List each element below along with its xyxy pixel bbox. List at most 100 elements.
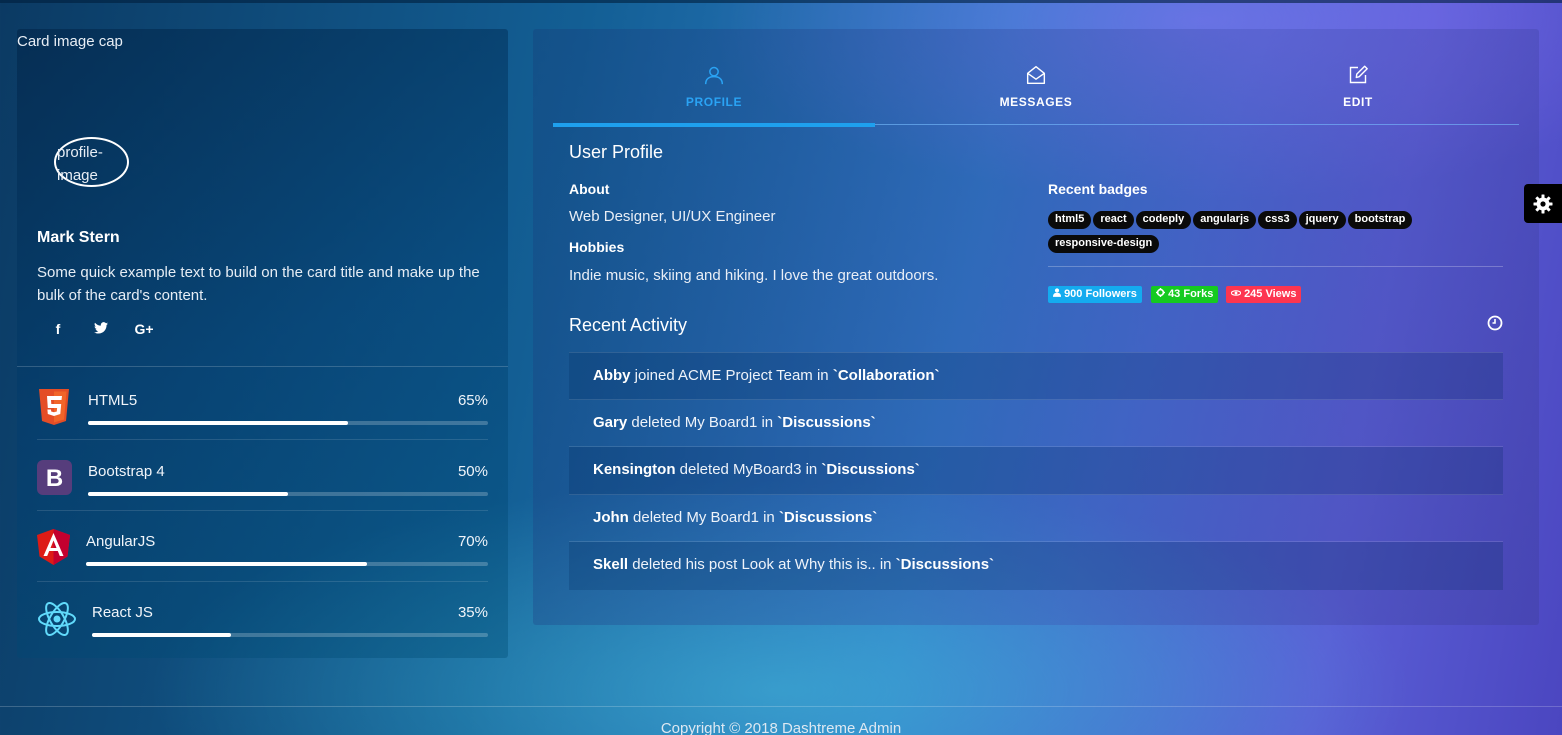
skill-name: HTML5 [88,392,138,409]
skill-name: AngularJS [86,533,156,550]
activity-item[interactable]: Abby joined ACME Project Team in `Collab… [569,352,1503,400]
html5-icon [39,389,69,425]
skill-progress-fill [92,633,231,637]
skill-percent: 70% [457,533,488,550]
svg-text:B: B [46,465,63,492]
activity-target: `Discussions` [821,461,920,479]
skill-progress-fill [86,562,368,566]
gear-icon [1533,194,1553,214]
activity-item[interactable]: Kensington deleted MyBoard3 in `Discussi… [569,447,1503,495]
skill-percent: 65% [457,392,488,409]
skill-progress-bar [88,492,488,496]
activity-item[interactable]: John deleted My Board1 in `Discussions` [569,495,1503,543]
footer-divider [0,706,1562,707]
about-text: Web Designer, UI/UX Engineer [569,208,776,225]
badges-divider [1048,266,1503,267]
user-profile-card: PROFILE MESSAGES EDIT User Profile About… [533,29,1539,625]
badge[interactable]: react [1093,211,1134,229]
hobbies-label: Hobbies [569,239,625,255]
badge[interactable]: angularjs [1193,211,1257,229]
badge[interactable]: jquery [1298,211,1346,229]
activity-user: Gary [593,413,628,431]
footer-copyright: Copyright © 2018 Dashtreme Admin [660,720,902,735]
views-badge: 245 Views [1226,286,1302,303]
activity-list: Abby joined ACME Project Team in `Collab… [569,352,1503,590]
skill-name: Bootstrap 4 [88,463,165,480]
skill-progress-bar [86,562,488,566]
activity-target: `Discussions` [778,508,878,526]
badge[interactable]: responsive-design [1048,235,1160,253]
forks-count: 43 Forks [1168,288,1214,300]
bootstrap-icon: B [37,460,72,495]
section-title-recent-activity: Recent Activity [569,315,688,335]
tab-label: MESSAGES [999,95,1073,109]
profile-card: Card image cap profile-image Mark Stern … [17,29,508,658]
recent-badges-label: Recent badges [1048,181,1148,197]
skill-progress-fill [88,492,288,496]
activity-item[interactable]: Skell deleted his post Look at Why this … [569,542,1503,590]
tab-label: EDIT [1343,95,1373,109]
skill-item-angularjs: AngularJS 70% [37,512,488,582]
skill-progress-bar [92,633,488,637]
badge[interactable]: html5 [1048,211,1092,229]
skill-item-bootstrap: B Bootstrap 4 50% [37,441,488,511]
activity-action: deleted My Board1 in [628,508,779,526]
skill-item-react: React JS 35% [37,583,488,653]
forks-badge: 43 Forks [1151,286,1219,303]
profile-name: Mark Stern [37,229,120,246]
skill-percent: 35% [457,604,488,621]
activity-action: deleted My Board1 in [627,413,778,431]
activity-action: deleted his post Look at Why this is.. i… [628,556,896,574]
card-image-cap: Card image cap [17,33,123,50]
avatar: profile-image [54,137,129,187]
activity-user: John [593,508,629,526]
skill-name: React JS [92,604,153,621]
edit-icon [1349,65,1368,84]
skill-separator [37,510,488,511]
tab-profile[interactable]: PROFILE [553,59,875,127]
angularjs-icon [37,529,70,565]
tab-edit[interactable]: EDIT [1197,59,1519,125]
activity-user: Skell [593,556,629,574]
top-border [0,0,1562,3]
profile-description: Some quick example text to build on the … [37,264,480,304]
skill-progress-bar [88,421,488,425]
activity-target: `Discussions` [895,556,995,574]
badge[interactable]: css3 [1258,211,1297,229]
tab-messages[interactable]: MESSAGES [875,59,1197,125]
about-label: About [569,181,610,197]
skill-percent: 50% [457,463,488,480]
views-count: 245 Views [1244,288,1297,300]
badge[interactable]: codeply [1135,211,1192,229]
activity-action: deleted MyBoard3 in [675,461,822,479]
twitter-icon[interactable] [90,321,112,341]
cog-icon [1156,288,1165,297]
profile-tabs: PROFILE MESSAGES EDIT [553,59,1519,127]
active-tab-indicator [553,123,875,127]
clock-icon[interactable] [1487,315,1503,331]
followers-badge: 900 Followers [1048,286,1142,303]
section-title-user-profile: User Profile [569,142,664,162]
react-icon [38,602,76,636]
eye-icon [1230,290,1242,296]
activity-user: Kensington [593,461,676,479]
followers-count: 900 Followers [1064,288,1137,300]
skill-separator [37,439,488,440]
activity-user: Abby [593,367,631,384]
activity-item[interactable]: Gary deleted My Board1 in `Discussions` [569,400,1503,448]
theme-settings-button[interactable] [1524,184,1562,223]
card-divider [17,366,508,367]
google-plus-icon[interactable]: G+ [133,321,155,341]
hobbies-text: Indie music, skiing and hiking. I love t… [569,267,939,284]
badge[interactable]: bootstrap [1347,211,1413,229]
skill-progress-fill [88,421,348,425]
user-icon [704,66,724,85]
skill-separator [37,581,488,582]
facebook-icon[interactable]: f [47,321,69,341]
envelope-open-icon [1026,65,1046,85]
skill-item-html5: HTML5 65% [37,370,488,440]
activity-action: joined ACME Project Team in [630,367,833,384]
activity-target: `Discussions` [777,413,876,431]
badge-list: html5 react codeply angularjs css3 jquery boot… [1048,209,1488,257]
user-icon [1053,288,1061,297]
